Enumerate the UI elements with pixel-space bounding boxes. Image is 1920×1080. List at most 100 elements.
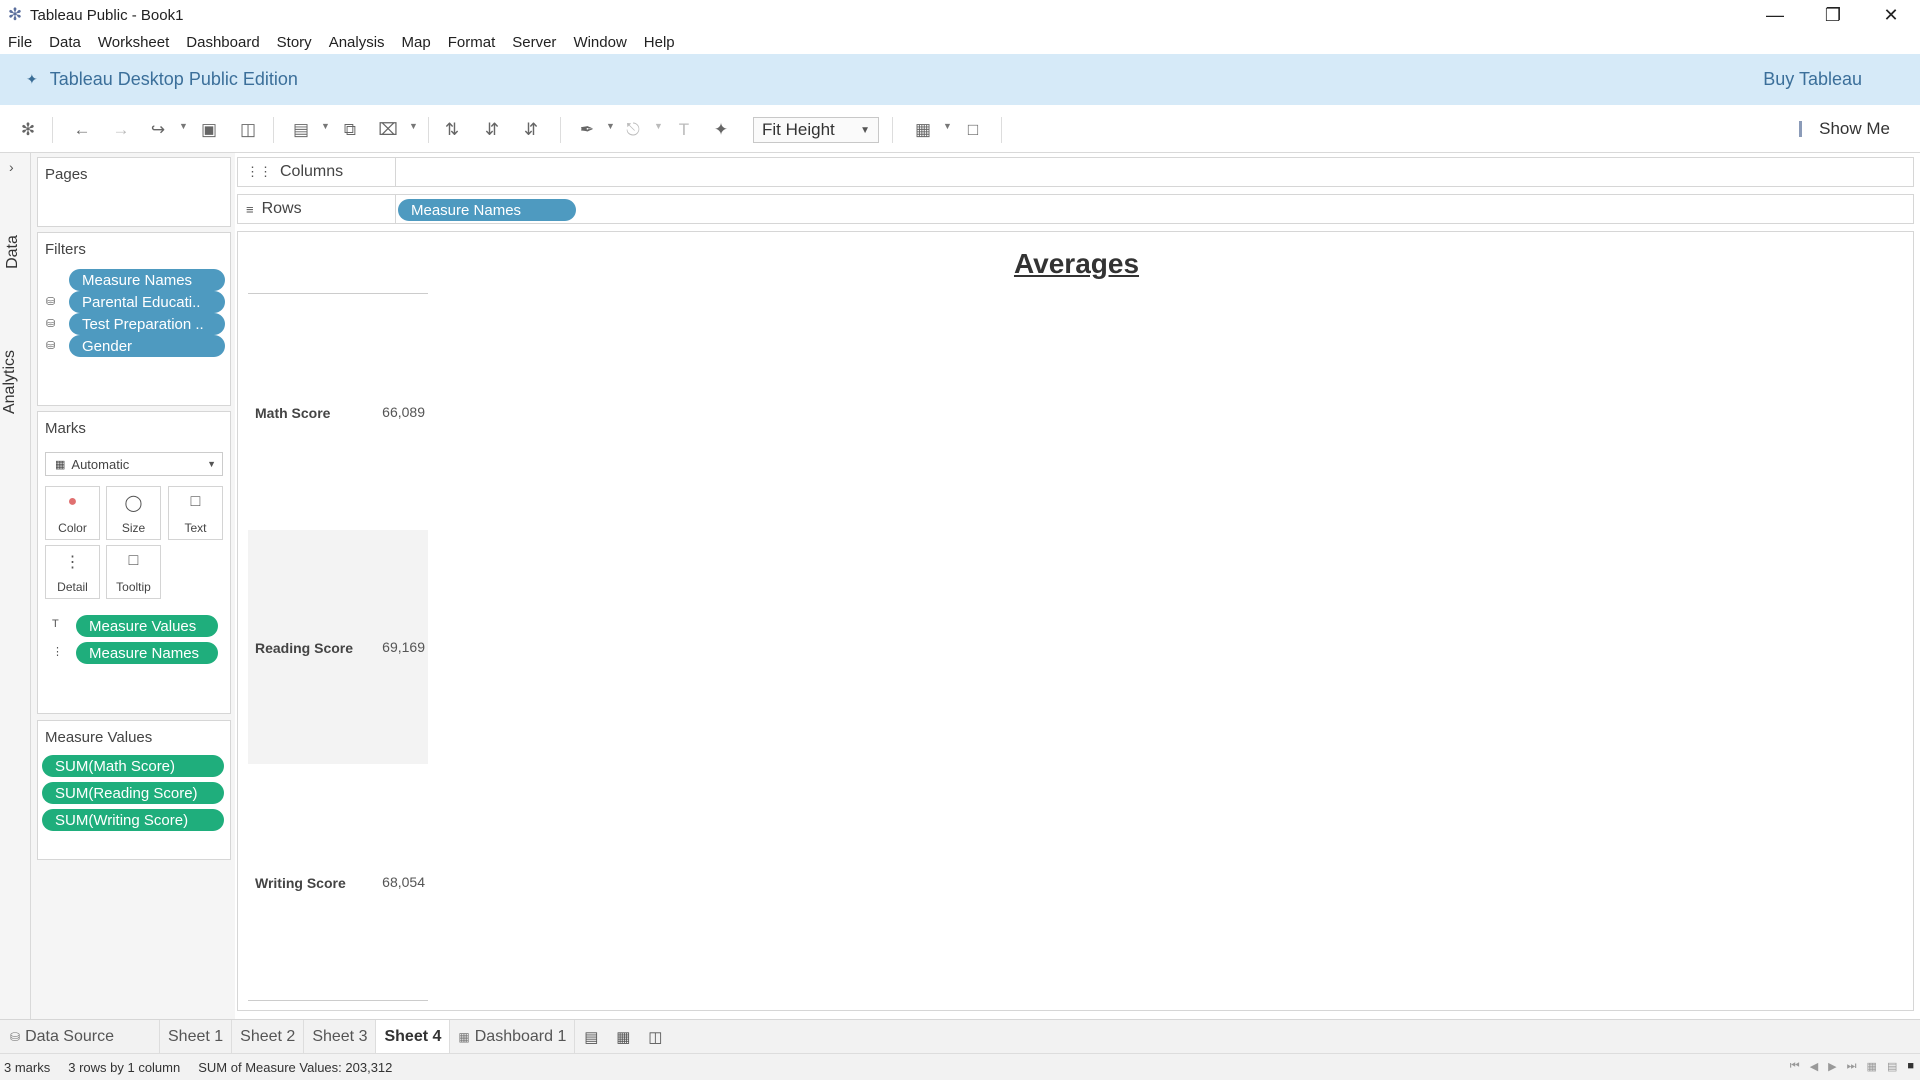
presentation-mode-icon[interactable]: □ [962,119,984,141]
menu-window[interactable]: Window [573,34,626,51]
rows-icon: ≡ [246,201,254,217]
new-worksheet-icon[interactable]: ▤ [575,1020,607,1054]
last-sheet-icon[interactable]: ⏭ [1847,1060,1857,1073]
sheet-sorter-icon[interactable]: ▦ [1867,1060,1877,1073]
tooltip-button[interactable]: □ Tooltip [106,545,161,599]
chevron-down-icon[interactable]: ▼ [321,121,330,131]
filters-title: Filters [45,241,86,258]
menu-server[interactable]: Server [512,34,556,51]
sort-ascending-icon[interactable]: ⇵ [481,119,503,141]
columns-shelf[interactable]: ⋮⋮ Columns [237,157,1914,187]
filter-pill[interactable]: Parental Educati.. [69,291,225,313]
rows-pill[interactable]: Measure Names [398,199,576,221]
measure-pill[interactable]: SUM(Writing Score) [42,809,224,831]
chevron-down-icon[interactable]: ▼ [606,121,615,131]
replay-icon[interactable]: ↪ [147,119,169,141]
menu-map[interactable]: Map [402,34,431,51]
sheet-tab-active[interactable]: Sheet 4 [376,1019,451,1054]
columns-icon: ⋮⋮ [246,164,272,179]
marks-card[interactable]: Marks ▦ Automatic ▼ ● Color ◯ Size □ Tex… [37,411,231,714]
edition-banner: ✦ Tableau Desktop Public Edition Buy Tab… [0,54,1920,105]
toolbar-separator [560,117,561,143]
fix-axes-icon[interactable]: ✦ [710,119,732,141]
color-button[interactable]: ● Color [45,486,100,540]
filmstrip-icon[interactable]: ▤ [1887,1060,1897,1073]
text-icon: □ [190,493,201,510]
save-icon[interactable]: ▣ [198,119,220,141]
toolbar-separator [273,117,274,143]
minimize-icon[interactable]: — [1746,0,1804,30]
sort-descending-icon[interactable]: ⇵ [520,119,542,141]
data-source-tab[interactable]: ⛁ Data Source [0,1019,160,1054]
duplicate-sheet-icon[interactable]: ⧉ [339,119,361,141]
fit-dropdown[interactable]: Fit Height ▼ [753,117,879,143]
show-mark-labels-icon[interactable]: T [673,119,695,141]
tooltip-icon: □ [128,552,139,569]
marks-pill[interactable]: Measure Values [76,615,218,637]
filter-pill[interactable]: Test Preparation .. [69,313,225,335]
prev-sheet-icon[interactable]: ◀ [1810,1060,1818,1073]
group-members-icon[interactable]: ⎋ [622,119,644,141]
buy-tableau-link[interactable]: Buy Tableau [1763,69,1862,90]
tabs-view-icon[interactable]: ■ [1907,1060,1914,1073]
new-data-source-icon[interactable]: ◫ [237,119,259,141]
tableau-home-icon[interactable]: ✻ [17,119,39,141]
tableau-logo-icon: ✻ [7,5,23,24]
measure-values-card[interactable]: Measure Values SUM(Math Score) SUM(Readi… [37,720,231,860]
filter-pill[interactable]: Measure Names [69,269,225,291]
new-story-icon[interactable]: ◫ [639,1020,671,1054]
mark-type-dropdown[interactable]: ▦ Automatic ▼ [45,452,223,476]
menu-analysis[interactable]: Analysis [329,34,385,51]
row-value[interactable]: 66,089 [238,404,425,420]
clear-sheet-icon[interactable]: ⌧ [377,119,399,141]
chevron-down-icon[interactable]: ▼ [654,121,663,131]
chevron-right-icon[interactable]: › [9,159,14,175]
new-worksheet-icon[interactable]: ▤ [290,119,312,141]
show-me-button[interactable]: Show Me [1799,119,1890,139]
data-tab[interactable]: Data [4,235,22,269]
highlight-icon[interactable]: ✒ [576,119,598,141]
detail-button[interactable]: ⋮ Detail [45,545,100,599]
measure-pill[interactable]: SUM(Reading Score) [42,782,224,804]
chevron-down-icon[interactable]: ▼ [179,121,188,131]
filter-pill[interactable]: Gender [69,335,225,357]
text-button[interactable]: □ Text [168,486,223,540]
sheet-tab[interactable]: Sheet 1 [160,1019,233,1054]
database-icon: ⛁ [46,340,56,352]
pages-card[interactable]: Pages [37,157,231,227]
first-sheet-icon[interactable]: ⏮ [1790,1060,1800,1073]
marks-pill[interactable]: Measure Names [76,642,218,664]
next-sheet-icon[interactable]: ▶ [1828,1060,1836,1073]
row-value[interactable]: 69,169 [238,639,425,655]
redo-icon[interactable]: → [110,119,132,141]
pin-icon: ✦ [26,71,38,87]
menu-help[interactable]: Help [644,34,675,51]
toolbar-separator [892,117,893,143]
worksheet-view[interactable]: Averages Math Score 66,089 Reading Score… [237,231,1914,1011]
menu-worksheet[interactable]: Worksheet [98,34,169,51]
chevron-down-icon[interactable]: ▼ [409,121,418,131]
swap-rows-columns-icon[interactable]: ⇅ [441,119,463,141]
undo-icon[interactable]: ← [71,119,93,141]
menu-data[interactable]: Data [49,34,81,51]
chevron-down-icon[interactable]: ▼ [943,121,952,131]
restore-icon[interactable]: ❐ [1804,0,1862,30]
analytics-tab[interactable]: Analytics [1,350,19,414]
close-icon[interactable]: ✕ [1862,0,1920,30]
menu-file[interactable]: File [8,34,32,51]
show-cards-icon[interactable]: ▦ [912,119,934,141]
sheet-tab[interactable]: Sheet 3 [304,1019,377,1054]
divider [248,1000,428,1001]
rows-shelf[interactable]: ≡ Rows Measure Names [237,194,1914,224]
dashboard-tab[interactable]: ▦ Dashboard 1 [450,1019,576,1054]
menu-dashboard[interactable]: Dashboard [186,34,259,51]
row-value[interactable]: 68,054 [238,874,425,890]
menu-format[interactable]: Format [448,34,496,51]
menu-story[interactable]: Story [277,34,312,51]
measure-pill[interactable]: SUM(Math Score) [42,755,224,777]
chevron-down-icon: ▼ [860,124,870,136]
size-button[interactable]: ◯ Size [106,486,161,540]
filters-card[interactable]: Filters Measure Names ⛁ Parental Educati… [37,232,231,406]
sheet-tab[interactable]: Sheet 2 [232,1019,305,1054]
new-dashboard-icon[interactable]: ▦ [607,1020,639,1054]
